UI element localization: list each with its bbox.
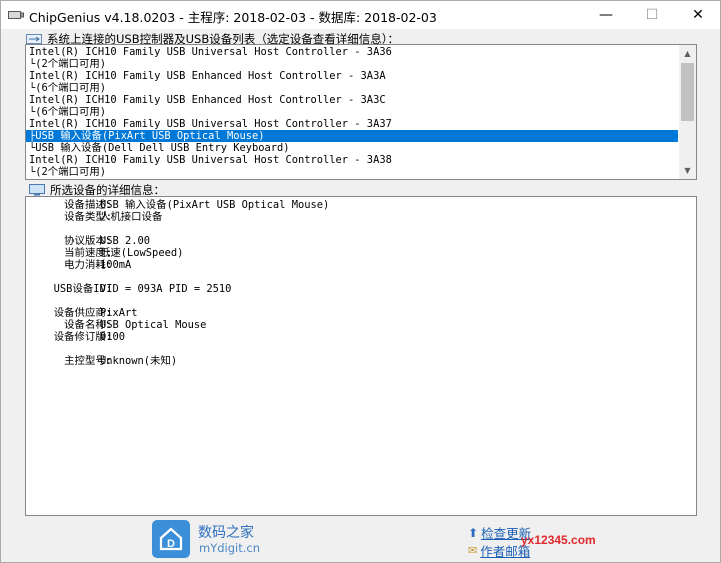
device-list-item[interactable]: Intel(R) ICH10 Family USB Universal Host… [26, 154, 678, 166]
detail-row: 设备名称: USB Optical Mouse [26, 319, 686, 331]
detail-value: 0100 [100, 331, 126, 343]
device-list-item[interactable]: Intel(R) ICH10 Family USB Enhanced Host … [26, 70, 678, 82]
detail-row: 设备描述: USB 输入设备(PixArt USB Optical Mouse) [26, 199, 686, 211]
email-icon: ✉ [468, 544, 478, 557]
device-list-item[interactable]: └USB 输入设备(Dell Dell USB Entry Keyboard) [26, 142, 678, 154]
detail-row: 设备修订版: 0100 [26, 331, 686, 343]
device-list-item[interactable]: └(6个端口可用) [26, 106, 678, 118]
scroll-thumb[interactable] [681, 63, 694, 121]
device-list-item[interactable]: Intel(R) ICH10 Family USB Universal Host… [26, 46, 678, 58]
detail-row: 设备供应商: PixArt [26, 307, 686, 319]
brand-url[interactable]: mYdigit.cn [199, 541, 260, 555]
svg-text:D: D [167, 538, 175, 550]
close-button[interactable]: ✕ [675, 1, 721, 29]
detail-value: 100mA [100, 259, 132, 271]
detail-row [26, 223, 686, 235]
device-list-item[interactable]: └(6个端口可用) [26, 82, 678, 94]
minimize-button[interactable]: — [583, 1, 629, 29]
up-arrow-icon: ⬆ [468, 525, 479, 540]
device-list-scrollbar[interactable]: ▲ ▼ [679, 45, 696, 179]
detail-row: 主控型号: Unknown(未知) [26, 355, 686, 367]
window-title: ChipGenius v4.18.0203 - 主程序: 2018-02-03 … [29, 10, 437, 25]
detail-row [26, 295, 686, 307]
detail-value: PixArt [100, 307, 138, 319]
detail-row [26, 271, 686, 283]
home-d-icon: D [159, 527, 183, 551]
title-bar[interactable]: ChipGenius v4.18.0203 - 主程序: 2018-02-03 … [1, 1, 720, 29]
device-list-item[interactable]: Intel(R) ICH10 Family USB Enhanced Host … [26, 94, 678, 106]
device-list-item[interactable]: ├USB 输入设备(PixArt USB Optical Mouse) [26, 130, 678, 142]
detail-row: USB设备ID: VID = 093A PID = 2510 [26, 283, 686, 295]
mydigit-logo-icon[interactable]: D [152, 520, 190, 558]
detail-row: 设备类型: 人机接口设备 [26, 211, 686, 223]
scroll-down-arrow-icon[interactable]: ▼ [679, 162, 696, 179]
detail-value: Unknown(未知) [100, 355, 178, 367]
device-list[interactable]: Intel(R) ICH10 Family USB Universal Host… [25, 44, 697, 180]
device-list-items: Intel(R) ICH10 Family USB Universal Host… [26, 46, 678, 178]
detail-value: VID = 093A PID = 2510 [100, 283, 232, 295]
device-list-item[interactable]: └(2个端口可用) [26, 166, 678, 178]
device-list-item[interactable]: └(2个端口可用) [26, 58, 678, 70]
detail-row: 协议版本: USB 2.00 [26, 235, 686, 247]
app-window: ChipGenius v4.18.0203 - 主程序: 2018-02-03 … [0, 0, 721, 563]
detail-value: USB 输入设备(PixArt USB Optical Mouse) [100, 199, 330, 211]
detail-value: USB 2.00 [100, 235, 151, 247]
detail-row: 电力消耗: 100mA [26, 259, 686, 271]
detail-value: USB Optical Mouse [100, 319, 207, 331]
detail-row [26, 343, 686, 355]
detail-row: 当前速度: 低速(LowSpeed) [26, 247, 686, 259]
maximize-button[interactable]: ☐ [629, 1, 675, 29]
scroll-up-arrow-icon[interactable]: ▲ [679, 45, 696, 62]
usb-drive-icon [8, 11, 24, 19]
device-list-item[interactable]: Intel(R) ICH10 Family USB Universal Host… [26, 118, 678, 130]
monitor-icon [29, 184, 45, 196]
watermark: yx12345.com [521, 533, 596, 547]
detail-value: 低速(LowSpeed) [100, 247, 184, 259]
details-panel: 设备描述: USB 输入设备(PixArt USB Optical Mouse) 设… [25, 196, 697, 516]
detail-value: 人机接口设备 [100, 211, 163, 223]
brand-name[interactable]: 数码之家 [198, 522, 254, 542]
